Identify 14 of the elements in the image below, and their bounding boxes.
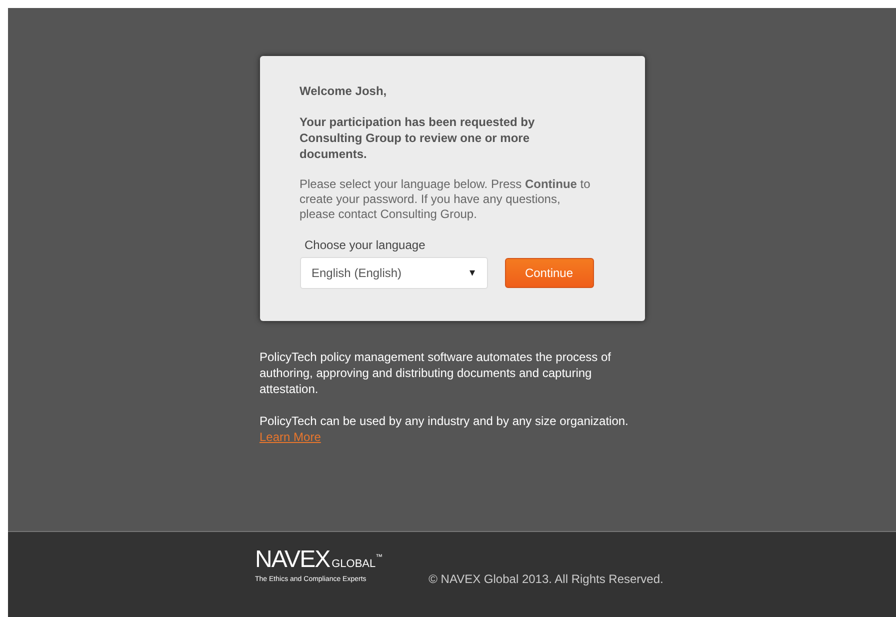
logo-wordmark: NAVEX xyxy=(255,548,330,572)
dropdown-arrow-icon: ▾ xyxy=(470,264,476,282)
language-value: English (English) xyxy=(312,265,402,282)
continue-button[interactable]: Continue xyxy=(504,258,594,288)
instructions-text: Please select your language below. Press Continue to create your password. If you have any questions, please contact Consulting Group. xyxy=(300,177,592,222)
language-dropdown[interactable]: English (English) ▾ xyxy=(300,257,488,289)
logo-subtitle: GLOBAL xyxy=(332,559,376,570)
info-paragraph: PolicyTech policy management software automates the process of authoring, approving and distributing documents and capturing attestation. xyxy=(260,349,612,397)
request-text: Your participation has been requested by Consulting Group to review one or more documents. xyxy=(300,114,536,162)
learn-more-link[interactable]: Learn More xyxy=(260,430,321,444)
language-label: Choose your language xyxy=(304,238,426,253)
info-paragraph: PolicyTech can be used by any industry and by any size organization. Learn More xyxy=(260,413,630,445)
greeting-text: Welcome Josh, xyxy=(300,84,388,99)
copyright-text: © NAVEX Global 2013. All Rights Reserved. xyxy=(428,571,664,588)
